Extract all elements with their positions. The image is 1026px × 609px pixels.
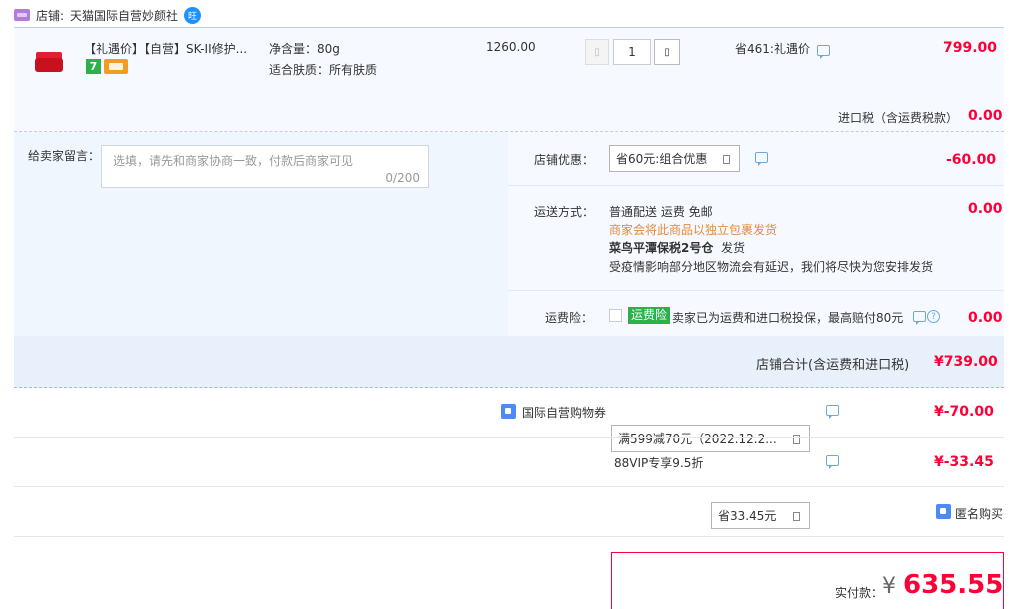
shop-discount-amount: -60.00 [946, 152, 997, 168]
message-counter: 0/200 [385, 171, 420, 185]
coupon-amount: ¥-70.00 [934, 404, 994, 420]
anonymous-checkbox[interactable] [936, 504, 951, 519]
insurance-fee: 0.00 [968, 310, 1003, 326]
chat-icon[interactable] [913, 311, 926, 325]
shipping-fee: 0.00 [968, 201, 1003, 217]
warehouse-name: 菜鸟平潭保税2号仓 [609, 241, 714, 255]
warehouse-action: 发货 [721, 241, 746, 255]
chat-icon[interactable] [817, 45, 830, 59]
chat-icon[interactable] [826, 455, 839, 469]
wangwang-chat-icon[interactable]: 旺 [184, 6, 202, 24]
coupon-select[interactable]: 满599减70元（2022.12.2... [611, 425, 810, 452]
import-tax-label: 进口税（含运费税款） [838, 111, 959, 125]
insurance-text: 卖家已为运费和进口税投保，最高赔付80元 [672, 311, 904, 325]
unit-price: 1260.00 [486, 40, 536, 54]
product-subtotal: 799.00 [943, 40, 998, 56]
shop-name-link[interactable]: 天猫国际自营妙颜社 [70, 7, 178, 24]
shipping-label: 运送方式： [534, 205, 595, 219]
divider [14, 437, 1004, 438]
quantity-decrease-button[interactable]: ▯ [585, 39, 609, 65]
seller-message-field[interactable]: 选填，请先和商家协商一致，付款后商家可见 0/200 [101, 145, 429, 188]
quantity-increase-button[interactable]: ▯ [654, 39, 680, 65]
shipping-delay-notice: 受疫情影响部分地区物流会有延迟，我们将尽快为您安排发货 [609, 260, 934, 274]
dropdown-icon [723, 155, 730, 164]
vip-discount-value: 省33.45元 [718, 509, 777, 523]
shipping-note: 商家会将此商品以独立包裹发货 [609, 223, 778, 237]
shop-label: 店铺: [36, 8, 65, 23]
quantity-input[interactable]: 1 [613, 39, 651, 65]
insurance-checkbox[interactable] [609, 309, 622, 322]
shipping-warehouse: 菜鸟平潭保税2号仓 发货 [609, 239, 745, 256]
shop-discount-value: 省60元:组合优惠 [616, 152, 708, 166]
shop-total-label: 店铺合计(含运费和进口税) [756, 358, 910, 373]
shop-header: 店铺: 天猫国际自营妙颜社 旺 [14, 4, 202, 26]
coupon-label: 国际自营购物券 [522, 406, 607, 420]
dropdown-icon [793, 512, 800, 521]
tmall-shop-icon [14, 9, 30, 21]
divider [508, 185, 1004, 186]
vip-label: 88VIP专享9.5折 [614, 456, 704, 470]
product-spec-skin: 适合肤质：所有肤质 [269, 63, 378, 77]
payment-currency: ¥ [882, 574, 896, 599]
vip-discount-select[interactable]: 省33.45元 [711, 502, 810, 529]
anonymous-label: 匿名购买 [955, 507, 1004, 521]
insurance-label: 运费险： [545, 311, 594, 325]
seven-day-return-badge: 7 [86, 59, 101, 74]
message-label: 给卖家留言： [28, 149, 101, 163]
coupon-value: 满599减70元（2022.12.2... [618, 432, 777, 446]
product-spec-weight: 净含量：80g [269, 42, 340, 56]
shop-total-value: ¥739.00 [934, 354, 998, 370]
payment-amount: 635.55 [903, 570, 1004, 600]
payment-label: 实付款： [835, 586, 884, 600]
import-tax-value: 0.00 [968, 108, 1003, 124]
help-icon[interactable]: ? [927, 310, 940, 323]
product-title-link[interactable]: 【礼遇价】【自营】SK-II修护... [84, 40, 264, 57]
divider [14, 536, 1004, 537]
insurance-tag: 运费险 [628, 307, 671, 324]
promo-text: 省461:礼遇价 [735, 42, 810, 56]
shipping-method: 普通配送 运费 免邮 [609, 205, 713, 219]
credit-card-icon [104, 59, 128, 74]
divider [14, 486, 1004, 487]
coupon-checkbox[interactable] [501, 404, 516, 419]
vip-amount: ¥-33.45 [934, 454, 994, 470]
divider [508, 290, 1004, 291]
shop-discount-select[interactable]: 省60元:组合优惠 [609, 145, 740, 172]
chat-icon[interactable] [826, 405, 839, 419]
message-placeholder: 选填，请先和商家协商一致，付款后商家可见 [113, 154, 354, 168]
chat-icon[interactable] [755, 152, 768, 166]
product-thumbnail[interactable] [34, 48, 64, 76]
shop-discount-label: 店铺优惠： [534, 153, 595, 167]
